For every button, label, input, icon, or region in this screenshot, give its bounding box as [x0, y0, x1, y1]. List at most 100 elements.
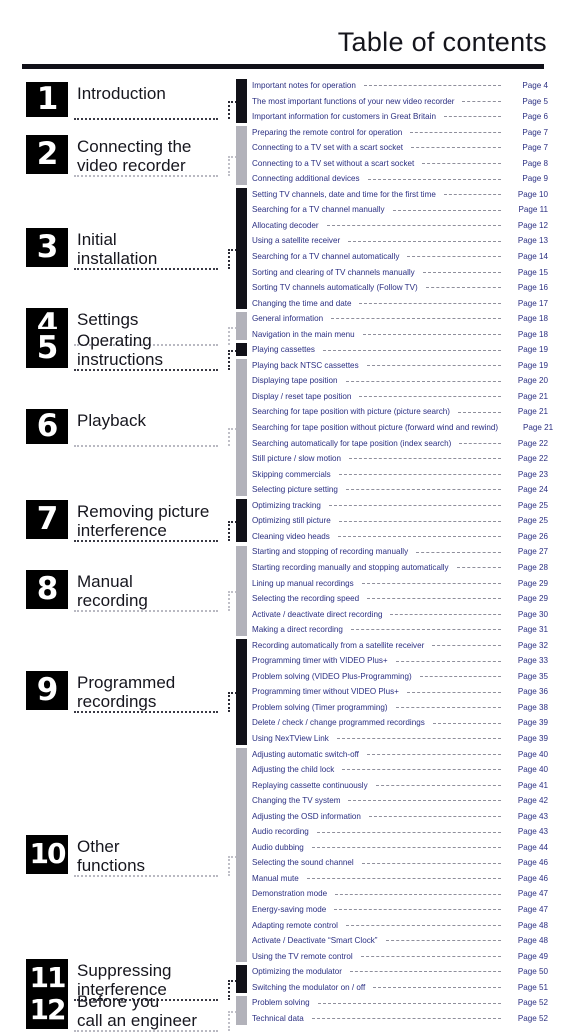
contents-entry[interactable]: Using the TV remote control Page 49 — [252, 949, 548, 965]
contents-entry[interactable]: Sorting and clearing of TV channels manu… — [252, 265, 548, 281]
contents-entry-title: Important notes for operation — [252, 81, 356, 90]
contents-entry[interactable]: Important information for customers in G… — [252, 109, 548, 125]
leader-dots — [432, 644, 501, 646]
contents-entry[interactable]: Selecting picture setting Page 24 — [252, 482, 548, 498]
leader-dots — [334, 909, 501, 911]
sidebar-chapter-8[interactable]: 8 Manual recording — [26, 570, 218, 613]
sidebar-chapter-9[interactable]: 9 Programmed recordings — [26, 671, 218, 714]
contents-entry[interactable]: Energy-saving mode Page 47 — [252, 902, 548, 918]
contents-entry[interactable]: Problem solving Page 52 — [252, 995, 548, 1011]
contents-entry[interactable]: Switching the modulator on / off Page 51 — [252, 980, 548, 996]
contents-entry[interactable]: Manual mute Page 46 — [252, 871, 548, 887]
contents-entry[interactable]: Playing cassettes Page 19 — [252, 342, 548, 358]
contents-entry[interactable]: Changing the time and date Page 17 — [252, 296, 548, 312]
contents-entry[interactable]: Displaying tape position Page 20 — [252, 373, 548, 389]
contents-entry[interactable]: Adjusting automatic switch-off Page 40 — [252, 747, 548, 763]
sidebar-chapter-12[interactable]: 12 Before you call an engineer — [26, 990, 218, 1032]
contents-entry[interactable]: Delete / check / change programmed recor… — [252, 715, 548, 731]
sidebar-chapter-2[interactable]: 2 Connecting the video recorder — [26, 134, 218, 177]
contents-entry[interactable]: Connecting additional devices Page 9 — [252, 171, 548, 187]
contents-entry[interactable]: Audio recording Page 43 — [252, 824, 548, 840]
leader-dots — [443, 116, 501, 118]
contents-entry[interactable]: Display / reset tape position Page 21 — [252, 389, 548, 405]
contents-entry[interactable]: Problem solving (Timer programming) Page … — [252, 700, 548, 716]
contents-entry[interactable]: Recording automatically from a satellite… — [252, 638, 548, 654]
contents-entry-page: Page 48 — [517, 936, 548, 946]
contents-entry[interactable]: Playing back NTSC cassettes Page 19 — [252, 358, 548, 374]
contents-entry-page: Page 52 — [517, 1013, 548, 1023]
contents-entry[interactable]: Adjusting the child lock Page 40 — [252, 762, 548, 778]
contents-entry[interactable]: Making a direct recording Page 31 — [252, 622, 548, 638]
contents-entry[interactable]: Allocating decoder Page 12 — [252, 218, 548, 234]
contents-entry[interactable]: Programming timer without VIDEO Plus+ Pag… — [252, 684, 548, 700]
contents-entry[interactable]: Using NexTView Link Page 39 — [252, 731, 548, 747]
contents-entry[interactable]: Searching for a TV channel manually Page … — [252, 202, 548, 218]
sidebar-chapter-7[interactable]: 7 Removing picture interference — [26, 500, 218, 543]
chapter-group-bar — [236, 79, 247, 123]
sidebar-chapter-10[interactable]: 10 Other functions — [26, 834, 218, 877]
contents-entry-page: Page 51 — [517, 982, 548, 992]
contents-entry-page: Page 18 — [517, 329, 548, 339]
contents-entry[interactable]: Audio dubbing Page 44 — [252, 840, 548, 856]
contents-entry[interactable]: Searching for tape position with picture… — [252, 404, 548, 420]
contents-entry-title: Recording automatically from a satellite… — [252, 640, 425, 650]
contents-entry[interactable]: Searching for tape position without pict… — [252, 420, 553, 436]
contents-entry[interactable]: Lining up manual recordings Page 29 — [252, 576, 548, 592]
contents-entry-title: Adjusting the child lock — [252, 765, 335, 775]
contents-entry[interactable]: Changing the TV system Page 42 — [252, 793, 548, 809]
sidebar-chapter-3[interactable]: 3 Initial installation — [26, 228, 218, 271]
contents-entry-page: Page 28 — [517, 562, 548, 572]
contents-entry[interactable]: Activate / deactivate direct recording Pa… — [252, 607, 548, 623]
contents-entry-title: Problem solving (Timer programming) — [252, 702, 388, 712]
contents-entry-page: Page 36 — [517, 687, 548, 697]
contents-entry[interactable]: Technical data Page 52 — [252, 1011, 548, 1027]
contents-entry-title: Sorting and clearing of TV channels manu… — [252, 267, 415, 277]
contents-entry-title: Activate / deactivate direct recording — [252, 609, 383, 619]
contents-entry[interactable]: Connecting to a TV set without a scart s… — [252, 156, 548, 172]
contents-entry[interactable]: Replaying cassette continuously Page 41 — [252, 778, 548, 794]
leader-dots — [336, 738, 501, 740]
leader-dots — [348, 240, 501, 242]
contents-entry[interactable]: Important notes for operation Page 4 — [252, 78, 548, 94]
contents-entry[interactable]: Starting and stopping of recording manua… — [252, 544, 548, 560]
leader-dots — [367, 598, 501, 600]
contents-entry[interactable]: Selecting the sound channel Page 46 — [252, 855, 548, 871]
contents-entry[interactable]: Cleaning video heads Page 26 — [252, 529, 548, 545]
contents-entry[interactable]: Activate / Deactivate “Smart Clock” Page … — [252, 933, 548, 949]
contents-entry[interactable]: Searching for a TV channel automatically… — [252, 249, 548, 265]
contents-entry[interactable]: The most important functions of your new… — [252, 94, 548, 110]
contents-entry[interactable]: Selecting the recording speed Page 29 — [252, 591, 548, 607]
contents-entry[interactable]: Optimizing tracking Page 25 — [252, 498, 548, 514]
contents-entry[interactable]: Sorting TV channels automatically (Follo… — [252, 280, 548, 296]
contents-entry[interactable]: Optimizing the modulator Page 50 — [252, 964, 548, 980]
contents-entry[interactable]: Problem solving (VIDEO Plus-Programming)… — [252, 669, 548, 685]
contents-entry[interactable]: Starting recording manually and stopping… — [252, 560, 548, 576]
contents-entry[interactable]: Navigation in the main menu Page 18 — [252, 327, 548, 343]
connector-vertical — [228, 521, 230, 542]
contents-entry[interactable]: Still picture / slow motion Page 22 — [252, 451, 548, 467]
contents-entry[interactable]: Demonstration mode Page 47 — [252, 886, 548, 902]
contents-entry[interactable]: Using a satellite receiver Page 13 — [252, 233, 548, 249]
contents-entry-page: Page 22 — [517, 438, 548, 448]
leader-dots — [338, 473, 501, 475]
sidebar-chapter-6[interactable]: 6 Playback — [26, 408, 218, 447]
contents-entry[interactable]: Searching automatically for tape positio… — [252, 436, 548, 452]
contents-entry-title: Selecting the recording speed — [252, 594, 360, 604]
contents-entry[interactable]: Adjusting the OSD information Page 43 — [252, 809, 548, 825]
chapter-group-bar — [236, 312, 247, 341]
contents-entry[interactable]: General information Page 18 — [252, 311, 548, 327]
table-of-contents-page: Table of contents 1 Introduction 2 Connecti… — [0, 0, 565, 1032]
sidebar-chapter-5[interactable]: 5 Operating instructions — [26, 329, 218, 372]
contents-entry[interactable]: Skipping commercials Page 23 — [252, 467, 548, 483]
contents-entry[interactable]: Programming timer with VIDEO Plus+ Page 3… — [252, 653, 548, 669]
contents-entry[interactable]: Preparing the remote control for operati… — [252, 125, 548, 141]
contents-entry[interactable]: Connecting to a TV set with a scart sock… — [252, 140, 548, 156]
contents-entry-title: Lining up manual recordings — [252, 578, 354, 588]
contents-entry[interactable]: Adapting remote control Page 48 — [252, 918, 548, 934]
contents-entry-page: Page 8 — [522, 158, 548, 168]
sidebar-chapter-1[interactable]: 1 Introduction — [26, 82, 218, 121]
contents-entry[interactable]: Setting TV channels, date and time for t… — [252, 187, 548, 203]
leader-dots — [457, 411, 501, 413]
leader-dots — [360, 955, 501, 957]
contents-entry[interactable]: Optimizing still picture Page 25 — [252, 513, 548, 529]
